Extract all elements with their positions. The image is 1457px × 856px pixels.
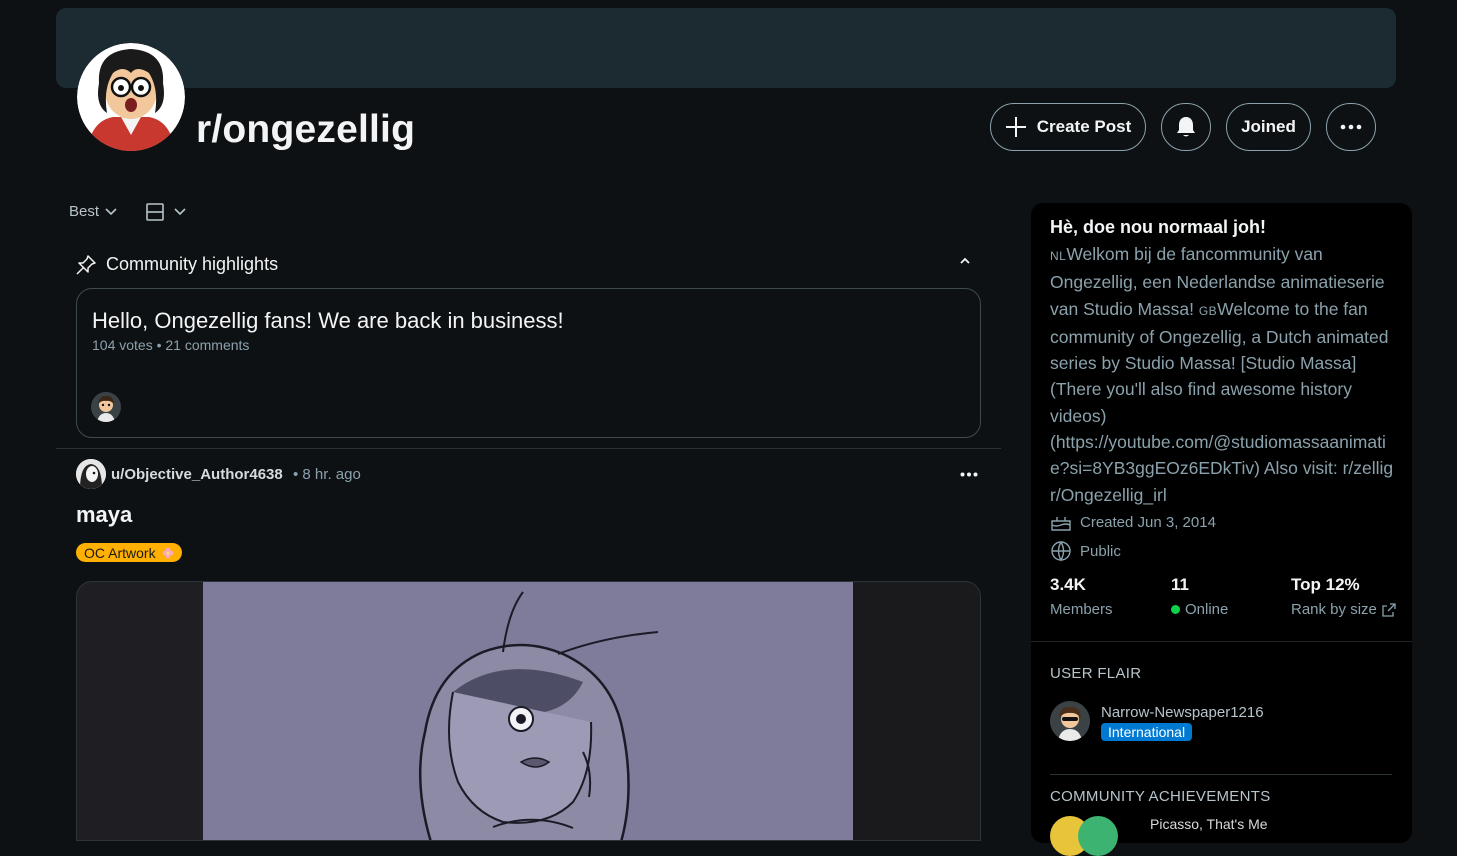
community-achievements-heading: COMMUNITY ACHIEVEMENTS: [1050, 788, 1271, 805]
visibility: Public: [1050, 540, 1121, 562]
chevron-up-icon: [960, 257, 970, 264]
highlight-author-avatar: [91, 392, 121, 422]
bell-icon: [1177, 117, 1195, 137]
globe-icon: [1051, 541, 1071, 562]
post-author-link[interactable]: u/Objective_Author4638: [111, 466, 283, 483]
user-flair-username: Narrow-Newspaper1216: [1101, 704, 1264, 721]
members-label: Members: [1050, 601, 1113, 618]
chevron-down-icon: [105, 207, 117, 215]
achievement-icons: [1050, 816, 1118, 856]
collapse-highlights-button[interactable]: [958, 254, 972, 273]
post-flair-label: OC Artwork: [84, 544, 156, 561]
post-title[interactable]: maya: [76, 502, 132, 528]
sort-label: Best: [69, 203, 100, 220]
online-label: Online: [1185, 601, 1229, 618]
more-icon: [1340, 124, 1362, 130]
community-highlights-header[interactable]: Community highlights: [76, 254, 278, 275]
joined-button[interactable]: Joined: [1226, 103, 1311, 151]
highlight-title: Hello, Ongezellig fans! We are back in b…: [92, 308, 564, 333]
members-stat: 3.4K Members: [1050, 575, 1113, 618]
joined-label: Joined: [1241, 117, 1296, 136]
cake-icon: [1051, 517, 1071, 531]
community-options-button[interactable]: [1326, 103, 1376, 151]
view-layout-dropdown[interactable]: [146, 203, 186, 221]
community-highlights-label: Community highlights: [106, 254, 279, 274]
community-avatar[interactable]: [77, 43, 185, 151]
card-view-icon: [146, 203, 164, 221]
sidebar-divider: [1050, 774, 1392, 775]
highlight-card[interactable]: Hello, Ongezellig fans! We are back in b…: [76, 288, 981, 438]
online-count: 11: [1171, 575, 1189, 594]
achievement-icon: [1078, 816, 1118, 856]
media-backdrop: [853, 582, 980, 840]
post-timestamp: • 8 hr. ago: [293, 466, 361, 483]
feed-divider: [56, 448, 1001, 449]
plus-icon: [1005, 117, 1026, 137]
sort-dropdown[interactable]: Best: [69, 203, 117, 220]
pin-icon: [76, 254, 96, 275]
rank-value: Top 12%: [1291, 575, 1360, 594]
user-flair-heading: USER FLAIR: [1050, 665, 1142, 682]
chevron-down-icon: [174, 208, 186, 216]
notifications-button[interactable]: [1161, 103, 1211, 151]
user-flair-avatar: [1050, 701, 1090, 741]
subreddit-title: r/ongezellig: [196, 108, 416, 151]
post-flair[interactable]: OC Artwork: [76, 543, 182, 562]
community-tagline: Hè, doe nou normaal joh!: [1050, 217, 1267, 237]
online-stat: 11 Online: [1171, 575, 1228, 618]
post-author-avatar[interactable]: [76, 459, 106, 489]
gb-flag-icon: GB: [1198, 303, 1218, 318]
members-count: 3.4K: [1050, 575, 1086, 594]
online-dot-icon: [1171, 605, 1180, 614]
post-media[interactable]: [76, 581, 981, 841]
achievement-title[interactable]: Picasso, That's Me: [1150, 816, 1268, 832]
sidebar-divider: [1031, 641, 1412, 642]
rank-stat[interactable]: Top 12% Rank by size: [1291, 575, 1396, 618]
create-post-button[interactable]: Create Post: [990, 103, 1146, 151]
create-post-label: Create Post: [1036, 117, 1132, 136]
community-description: NLWelkom bij de fancommunity van Ongezel…: [1050, 241, 1395, 508]
highlight-meta: 104 votes • 21 comments: [92, 337, 250, 353]
more-icon: [960, 472, 978, 476]
created-date: Created Jun 3, 2014: [1050, 513, 1216, 531]
user-flair-badge[interactable]: International: [1101, 723, 1193, 741]
post-options-button[interactable]: [957, 462, 981, 486]
nl-flag-icon: NL: [1050, 249, 1067, 263]
rank-label: Rank by size: [1291, 601, 1377, 618]
external-link-icon: [1382, 602, 1396, 617]
description-english: Welcome to the fan community of Ongezell…: [1050, 298, 1394, 505]
community-sidebar: Hè, doe nou normaal joh! NLWelkom bij de…: [1031, 203, 1412, 856]
created-date-text: Created Jun 3, 2014: [1080, 513, 1216, 531]
community-banner: [56, 8, 1396, 88]
post-image[interactable]: [203, 582, 853, 840]
visibility-text: Public: [1080, 542, 1121, 560]
flower-icon: [162, 547, 173, 558]
